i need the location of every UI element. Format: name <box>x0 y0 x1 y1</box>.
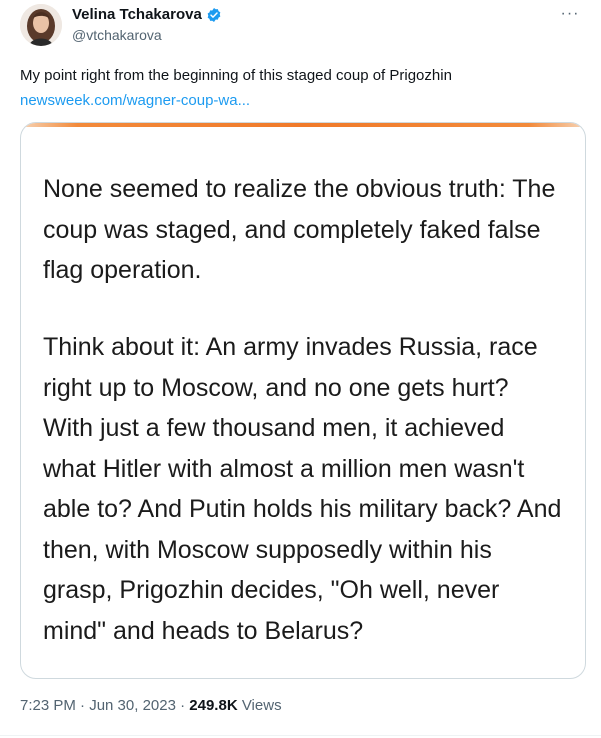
avatar-image <box>20 4 62 46</box>
meta-separator: · <box>175 697 190 714</box>
author-name-row: Velina Tchakarova <box>72 6 222 23</box>
views-count: 249.8K <box>189 697 238 714</box>
views-label: Views <box>237 697 282 714</box>
avatar[interactable] <box>20 4 62 46</box>
more-options-icon[interactable]: ··· <box>555 2 585 26</box>
divider <box>0 735 601 736</box>
verified-badge-icon <box>206 7 222 23</box>
media-paragraph-1: None seemed to realize the obvious truth… <box>43 175 556 284</box>
media-card[interactable]: None seemed to realize the obvious truth… <box>20 122 586 679</box>
tweet: Velina Tchakarova @vtchakarova ··· My po… <box>0 0 601 738</box>
tweet-text: My point right from the beginning of thi… <box>20 67 452 84</box>
author-handle[interactable]: @vtchakarova <box>72 27 162 43</box>
tweet-link[interactable]: newsweek.com/wagner-coup-wa... <box>20 91 250 111</box>
timestamp[interactable]: 7:23 PM · Jun 30, 2023 <box>20 697 176 714</box>
tweet-meta: 7:23 PM · Jun 30, 2023 · 249.8K Views <box>20 697 282 714</box>
display-name[interactable]: Velina Tchakarova <box>72 6 202 23</box>
media-paragraph-2: Think about it: An army invades Russia, … <box>43 333 562 645</box>
media-accent-bar <box>21 123 585 127</box>
